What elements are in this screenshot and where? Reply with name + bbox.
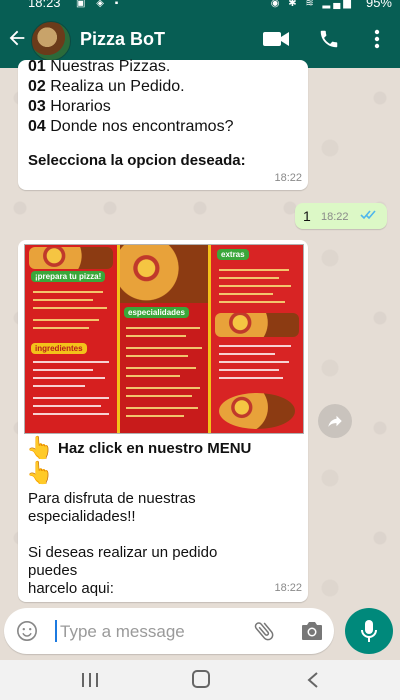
- contact-name[interactable]: Pizza BoT: [80, 29, 165, 50]
- menu-section-label: ingredientes: [31, 343, 87, 354]
- message-timestamp: 18:22: [321, 211, 349, 223]
- menu-panel-specialties: especialidades: [120, 245, 211, 433]
- menu-option: 03 Horarios: [28, 98, 111, 115]
- emoji-icon[interactable]: [16, 620, 38, 642]
- forward-button[interactable]: [318, 404, 352, 438]
- pointing-hand-icon: 👆: [26, 435, 54, 460]
- avatar[interactable]: [31, 21, 71, 61]
- pointing-hand-icon: 👆: [26, 460, 54, 485]
- menu-option: 01 Nuestras Pizzas.: [28, 58, 171, 75]
- message-text: Si deseas realizar un pedido: [28, 544, 218, 561]
- home-icon[interactable]: [192, 670, 210, 688]
- battery-level: 95%: [365, 0, 392, 10]
- select-prompt: Selecciona la opcion deseada:: [28, 152, 246, 169]
- message-input[interactable]: [58, 618, 242, 646]
- menu-section-label: ¡prepara tu pizza!: [31, 271, 106, 282]
- forward-icon: [328, 415, 342, 427]
- phone-icon[interactable]: [318, 28, 340, 50]
- more-vert-icon[interactable]: [370, 28, 384, 50]
- attach-icon[interactable]: [252, 619, 276, 643]
- incoming-menu-message[interactable]: ¡prepara tu pizza! ingredientes especial…: [18, 240, 308, 602]
- menu-option: 02 Realiza un Pedido.: [28, 78, 185, 95]
- notification-icons: ▣ ◈ ▪: [76, 0, 123, 9]
- message-text: Para disfruta de nuestras: [28, 490, 196, 507]
- outgoing-message[interactable]: 1 18:22: [295, 203, 387, 229]
- text-cursor: [55, 620, 57, 642]
- message-timestamp: 18:22: [274, 582, 302, 594]
- menu-section-label: extras: [217, 249, 249, 260]
- message-composer: [4, 608, 334, 654]
- message-text: especialidades!!: [28, 508, 136, 525]
- message-text: harcelo aqui:: [28, 580, 114, 597]
- mic-icon: [361, 620, 377, 642]
- incoming-message[interactable]: 01 Nuestras Pizzas. 02 Realiza un Pedido…: [18, 58, 308, 190]
- read-ticks-icon: [360, 210, 376, 220]
- message-text: puedes: [28, 562, 78, 579]
- status-time: 18:23: [28, 0, 61, 10]
- chat-area[interactable]: 01 Nuestras Pizzas. 02 Realiza un Pedido…: [0, 58, 400, 608]
- system-back-icon[interactable]: [306, 671, 320, 689]
- message-timestamp: 18:22: [274, 172, 302, 184]
- menu-option: 04 Donde nos encontramos?: [28, 118, 234, 135]
- camera-icon[interactable]: [300, 620, 324, 642]
- video-call-icon[interactable]: [262, 29, 290, 49]
- recents-icon[interactable]: [80, 672, 100, 688]
- menu-panel-build: ¡prepara tu pizza! ingredientes: [25, 245, 120, 433]
- mic-button[interactable]: [345, 608, 393, 654]
- reply-text: 1: [303, 208, 311, 224]
- back-arrow-icon[interactable]: [6, 27, 28, 49]
- menu-section-label: especialidades: [124, 307, 189, 318]
- menu-image[interactable]: ¡prepara tu pizza! ingredientes especial…: [24, 244, 304, 434]
- menu-panel-extras: extras: [211, 245, 303, 433]
- menu-link-text[interactable]: Haz click en nuestro MENU: [58, 440, 251, 457]
- status-bar: 18:23 ▣ ◈ ▪ ◉ ✱ ≋ ▂▄▆ 95%: [0, 0, 400, 12]
- signal-icons: ◉ ✱ ≋ ▂▄▆: [270, 0, 354, 9]
- system-nav-bar: [0, 660, 400, 700]
